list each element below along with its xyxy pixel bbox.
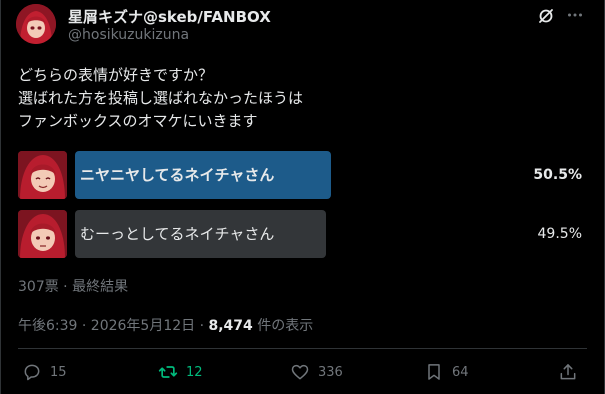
handle[interactable]: @hosikuzukizuna	[68, 27, 189, 43]
retweet-count: 12	[186, 364, 203, 380]
share-button[interactable]	[558, 360, 586, 384]
bookmark-button[interactable]: 64	[424, 360, 469, 384]
more-icon[interactable]	[566, 6, 584, 24]
poll-option-thumbnail	[18, 210, 67, 258]
grok-icon[interactable]	[538, 8, 554, 24]
poll-option-label: ニヤニヤしてるネイチャさん	[80, 166, 275, 184]
tweet-text: どちらの表情が好きですか？ 選ばれた方を投稿し選ばれなかったほうは ファンボック…	[18, 64, 578, 133]
tweet-line: どちらの表情が好きですか？	[18, 66, 214, 84]
tweet-timestamp[interactable]: 午後6:39 · 2026年5月12日 ·	[18, 318, 209, 334]
retweet-button[interactable]: 12	[158, 360, 203, 384]
views-count: 8,474	[208, 318, 253, 334]
poll-option-thumbnail	[18, 151, 67, 199]
tweet-line: ファンボックスのオマケにいきます	[18, 112, 258, 130]
poll-option: むーっとしてるネイチャさん 49.5%	[18, 210, 588, 258]
views-label: 件の表示	[252, 318, 314, 334]
like-count: 336	[318, 364, 343, 380]
bookmark-count: 64	[452, 364, 469, 380]
like-button[interactable]: 336	[290, 360, 343, 384]
bookmark-icon	[428, 364, 440, 380]
tweet-meta: 午後6:39 · 2026年5月12日 · 8,474 件の表示	[18, 315, 313, 335]
divider	[18, 348, 587, 349]
poll-option-percent: 50.5%	[533, 167, 582, 183]
share-icon	[560, 364, 576, 380]
reply-button[interactable]: 15	[22, 360, 67, 384]
action-bar: 15 12 336 64	[18, 360, 588, 384]
reply-count: 15	[50, 364, 67, 380]
heart-icon	[291, 364, 309, 380]
tweet-line: 選ばれた方を投稿し選ばれなかったほうは	[18, 89, 304, 107]
reply-icon	[24, 364, 40, 381]
avatar[interactable]	[16, 4, 56, 44]
poll-option: ニヤニヤしてるネイチャさん 50.5%	[18, 151, 588, 199]
poll-option-percent: 49.5%	[537, 226, 582, 242]
poll-summary: 307票 · 最終結果	[18, 279, 129, 295]
poll-option-label: むーっとしてるネイチャさん	[80, 225, 275, 243]
retweet-icon	[158, 366, 178, 378]
display-name[interactable]: 星屑キズナ@skeb/FANBOX	[68, 6, 271, 27]
